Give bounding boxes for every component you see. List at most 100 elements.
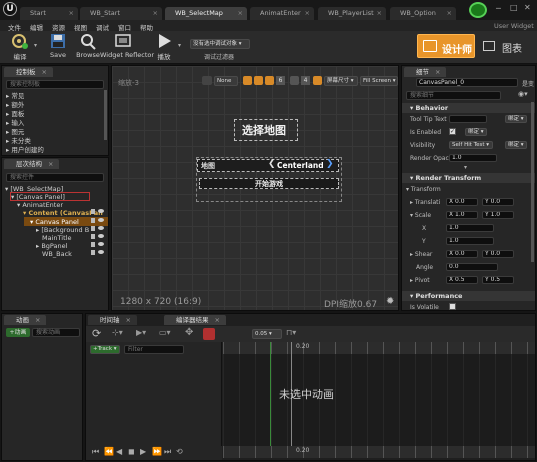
- tree-item[interactable]: ▾ [Canvas Panel]: [11, 193, 65, 201]
- tab-wb-option[interactable]: WB_Option ×: [390, 7, 456, 20]
- play-icon[interactable]: ▶: [140, 447, 146, 456]
- skip-end-icon[interactable]: ⏭: [164, 447, 171, 457]
- animation-search-input[interactable]: 搜索动画: [32, 328, 80, 337]
- tab-wb-start[interactable]: WB_Start ×: [80, 7, 162, 20]
- opacity-field[interactable]: 1.0: [449, 154, 497, 162]
- time-snap-select[interactable]: 0.05 ▾: [252, 329, 282, 339]
- grid-snap-icon[interactable]: [265, 76, 274, 85]
- close-icon[interactable]: ×: [377, 7, 382, 20]
- step-forward-icon[interactable]: ⏩: [152, 447, 162, 456]
- palette-search-input[interactable]: 搜索控制板: [6, 80, 104, 89]
- phone-icon[interactable]: [313, 76, 322, 85]
- bind-dropdown[interactable]: 绑定 ▾: [505, 115, 527, 123]
- close-icon[interactable]: ×: [35, 316, 40, 324]
- details-search-input[interactable]: 搜索细节: [406, 91, 501, 100]
- record-icon[interactable]: ◼: [128, 447, 135, 456]
- lock-icon[interactable]: [91, 234, 95, 239]
- scrollbar[interactable]: [531, 102, 534, 262]
- scale-y-value-field[interactable]: 1.0: [446, 237, 494, 245]
- debug-object-select[interactable]: 没有选中调试对象 ▾: [190, 39, 250, 49]
- close-icon[interactable]: ×: [305, 7, 310, 20]
- rotate-snap-value[interactable]: 4: [301, 76, 310, 85]
- skip-start-icon[interactable]: ⏮: [92, 447, 99, 457]
- tab-start[interactable]: Start ×: [20, 7, 78, 20]
- loop-icon[interactable]: ⟲: [176, 447, 183, 456]
- notification-icon[interactable]: [469, 2, 487, 18]
- translation-y-field[interactable]: Y 0.0: [482, 198, 514, 206]
- close-icon[interactable]: ×: [447, 7, 452, 20]
- tree-item[interactable]: ▾ AnimatEnter: [17, 201, 63, 209]
- render-transform-section[interactable]: ▾ Render Transform: [402, 173, 535, 183]
- eye-icon[interactable]: [98, 234, 104, 238]
- refresh-icon[interactable]: ⟳: [92, 327, 101, 340]
- maximize-button[interactable]: □: [510, 3, 518, 12]
- fill-screen-select[interactable]: Fill Screen ▾: [360, 76, 398, 86]
- enabled-checkbox[interactable]: ✓: [449, 128, 456, 135]
- tab-wb-selectmap[interactable]: WB_SelectMap ×: [165, 7, 247, 20]
- palette-category[interactable]: ▸ 输入: [6, 119, 24, 127]
- eye-icon[interactable]: [98, 209, 104, 213]
- chevron-down-icon[interactable]: ▾: [464, 164, 467, 171]
- lock-icon[interactable]: [91, 226, 95, 231]
- compiler-results-tab[interactable]: 编译器结果 ×: [164, 315, 226, 325]
- shear-x-field[interactable]: X 0.0: [446, 250, 478, 258]
- graph-button[interactable]: 图表: [478, 34, 534, 58]
- designer-viewport[interactable]: 缩放-3 None 6 4 屏幕尺寸 ▾ Fill Screen ▾ 选择地图 …: [111, 65, 399, 311]
- chevron-down-icon[interactable]: ▾: [34, 42, 37, 49]
- lock-icon[interactable]: [91, 242, 95, 247]
- palette-tab[interactable]: 控制板 ×: [4, 67, 53, 77]
- translation-x-field[interactable]: X 0.0: [446, 198, 478, 206]
- pivot-y-field[interactable]: Y 0.5: [482, 276, 514, 284]
- scale-x-value-field[interactable]: 1.0: [446, 224, 494, 232]
- close-window-button[interactable]: ✕: [524, 3, 531, 12]
- chevron-down-icon[interactable]: ▾: [178, 42, 181, 49]
- close-icon[interactable]: ×: [153, 7, 158, 20]
- eye-icon[interactable]: [98, 218, 104, 222]
- shear-y-field[interactable]: Y 0.0: [482, 250, 514, 258]
- magnet-icon[interactable]: ⊓▾: [286, 328, 296, 337]
- lock-icon[interactable]: [254, 76, 263, 85]
- key-icon[interactable]: ⊹▾: [112, 328, 123, 337]
- add-track-dropdown[interactable]: +Track ▾: [90, 345, 120, 354]
- performance-section[interactable]: ▾ Performance: [402, 291, 535, 301]
- hierarchy-tab[interactable]: 层次结构 ×: [4, 159, 60, 169]
- palette-category[interactable]: ▸ 面板: [6, 110, 24, 118]
- minimize-button[interactable]: ─: [496, 4, 501, 13]
- tree-item[interactable]: ▸ BgPanel: [36, 242, 67, 250]
- view-options-icon[interactable]: ◉▾: [518, 90, 528, 98]
- lock-icon[interactable]: [91, 250, 95, 255]
- track-filter-input[interactable]: Filter: [124, 345, 184, 354]
- behavior-section[interactable]: ▾ Behavior: [402, 103, 535, 113]
- tooltip-field[interactable]: [449, 115, 487, 123]
- time-ruler-bottom[interactable]: [223, 446, 535, 458]
- locale-select[interactable]: None: [214, 76, 238, 86]
- close-icon[interactable]: ×: [69, 7, 74, 20]
- palette-category[interactable]: ▸ 额外: [6, 101, 24, 109]
- tab-animatenter[interactable]: AnimatEnter ×: [250, 7, 314, 20]
- tree-item[interactable]: MainTitle: [42, 234, 71, 242]
- close-icon[interactable]: ×: [48, 160, 53, 168]
- gear-icon[interactable]: ✹: [386, 296, 394, 307]
- eye-icon[interactable]: [98, 250, 104, 254]
- scale-y-field[interactable]: Y 1.0: [482, 211, 514, 219]
- lock-icon[interactable]: [91, 218, 95, 223]
- volatile-checkbox[interactable]: [449, 303, 456, 310]
- bind-dropdown[interactable]: 绑定 ▾: [505, 141, 527, 149]
- rotate-snap-icon[interactable]: [290, 76, 299, 85]
- scale-x-field[interactable]: X 1.0: [446, 211, 478, 219]
- close-icon[interactable]: ×: [126, 316, 131, 324]
- scrollbar[interactable]: [104, 90, 107, 140]
- hierarchy-search-input[interactable]: 搜索控件: [6, 173, 104, 182]
- transform-icon[interactable]: [243, 76, 252, 85]
- palette-category[interactable]: ▸ 用户创建的: [6, 146, 44, 154]
- visibility-select[interactable]: Self Hit Test ▾: [449, 141, 493, 149]
- tree-item[interactable]: ▾ Canvas Panel: [30, 218, 79, 226]
- add-animation-button[interactable]: +动画: [6, 328, 30, 337]
- tab-wb-playerlist[interactable]: WB_PlayerList ×: [318, 7, 386, 20]
- bind-dropdown[interactable]: 绑定 ▾: [465, 128, 487, 136]
- transform-group[interactable]: ▾ Transform: [406, 186, 441, 193]
- close-icon[interactable]: ×: [215, 316, 220, 324]
- angle-field[interactable]: 0.0: [446, 263, 498, 271]
- lock-icon[interactable]: [91, 209, 95, 214]
- widget-name-field[interactable]: CanvasPanel_0: [416, 78, 518, 87]
